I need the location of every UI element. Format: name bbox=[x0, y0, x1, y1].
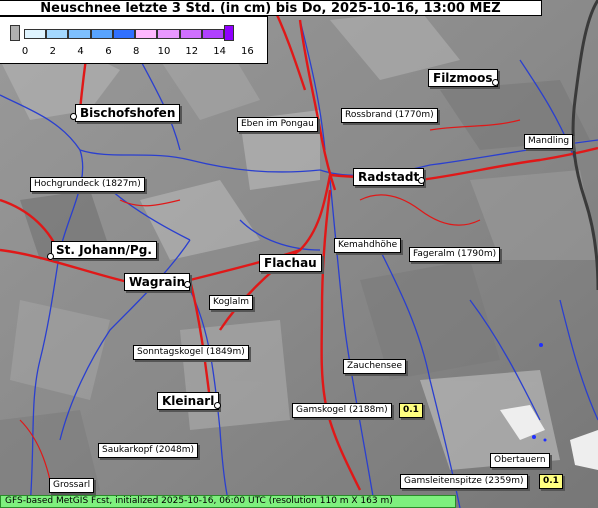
snow-value-badge: 0.1 bbox=[399, 403, 423, 418]
snow-legend: 0 2 4 6 8 10 12 14 16 bbox=[0, 16, 268, 64]
legend-tick-label: 16 bbox=[241, 46, 254, 57]
legend-color-cell bbox=[224, 25, 235, 41]
legend-color-cell bbox=[157, 29, 180, 39]
place-label: Wagrain bbox=[124, 273, 191, 291]
legend-color-cell bbox=[179, 29, 202, 39]
forecast-map: Neuschnee letzte 3 Std. (in cm) bis Do, … bbox=[0, 0, 598, 508]
place-label: Koglalm bbox=[209, 295, 253, 310]
legend-tick-label: 0 bbox=[21, 46, 29, 57]
legend-tick-label: 8 bbox=[133, 46, 140, 57]
legend-color-cell bbox=[24, 29, 47, 39]
legend-tick-label: 14 bbox=[213, 46, 226, 57]
place-marker bbox=[47, 253, 54, 260]
place-label: Eben im Pongau bbox=[237, 117, 318, 132]
place-label: Filzmoos bbox=[428, 69, 498, 87]
place-marker bbox=[492, 79, 499, 86]
place-marker bbox=[184, 281, 191, 288]
place-label: Kleinarl bbox=[157, 392, 220, 410]
map-title: Neuschnee letzte 3 Std. (in cm) bis Do, … bbox=[0, 0, 542, 16]
snow-value-badge: 0.1 bbox=[539, 474, 563, 489]
legend-color-cell bbox=[68, 29, 91, 39]
legend-color-cell bbox=[90, 29, 113, 39]
legend-tick-label: 12 bbox=[185, 46, 199, 57]
model-info-footer: GFS-based MetGIS Fcst, initialized 2025-… bbox=[0, 495, 456, 508]
place-marker bbox=[70, 113, 77, 120]
legend-tick-label: 2 bbox=[49, 46, 56, 57]
place-label: Fageralm (1790m) bbox=[409, 247, 501, 262]
place-marker bbox=[418, 177, 425, 184]
place-label: Radstadt bbox=[353, 168, 425, 186]
place-marker bbox=[214, 402, 221, 409]
place-label: Bischofshofen bbox=[75, 104, 181, 122]
place-label: Obertauern bbox=[490, 453, 550, 468]
legend-color-cell bbox=[10, 25, 20, 41]
place-label: Hochgrundeck (1827m) bbox=[30, 177, 145, 192]
place-label: Zauchensee bbox=[343, 359, 407, 374]
place-label: Grossarl bbox=[49, 478, 95, 493]
legend-tick-label: 10 bbox=[157, 46, 171, 57]
place-label: Gamskogel (2188m) bbox=[292, 403, 392, 418]
place-label: Sonntagskogel (1849m) bbox=[133, 345, 249, 360]
legend-color-cell bbox=[46, 29, 69, 39]
place-label: Gamsleitenspitze (2359m) bbox=[400, 474, 528, 489]
place-label: Mandling bbox=[524, 134, 574, 149]
place-label: Rossbrand (1770m) bbox=[341, 108, 438, 123]
place-label: St. Johann/Pg. bbox=[51, 241, 157, 259]
legend-color-cell bbox=[135, 29, 158, 39]
place-label: Saukarkopf (2048m) bbox=[98, 443, 199, 458]
legend-color-cell bbox=[112, 29, 136, 39]
legend-color-cell bbox=[201, 29, 225, 39]
legend-tick-label: 6 bbox=[105, 46, 112, 57]
place-label: Kemahdhöhe bbox=[334, 238, 402, 253]
place-label: Flachau bbox=[259, 254, 322, 272]
legend-tick-label: 4 bbox=[77, 46, 84, 57]
